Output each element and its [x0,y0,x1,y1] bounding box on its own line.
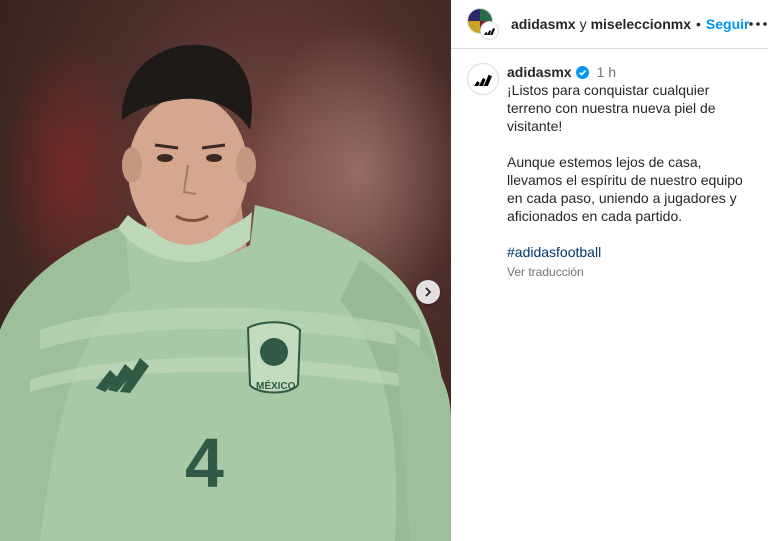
joiner-text: y [579,16,587,32]
collab-avatar[interactable] [467,8,499,40]
jersey-number: 4 [185,424,224,502]
adidas-avatar [480,21,499,40]
more-options-button[interactable] [749,12,768,36]
adidas-logo-icon [484,27,495,35]
follow-button[interactable]: Seguir [706,16,750,32]
separator-dot: • [695,16,701,32]
chevron-right-icon [425,287,432,297]
next-image-button[interactable] [416,280,440,304]
post-image[interactable]: 4 MÉXICO [0,0,451,541]
caption: adidasmx 1 h ¡Listos para conquistar cua… [451,49,768,281]
adidas-logo-icon [474,74,492,86]
player-illustration: 4 MÉXICO [0,44,451,541]
caption-paragraph-2: Aunque estemos lejos de casa, llevamos e… [507,154,743,224]
caption-avatar[interactable] [467,63,499,95]
account-link-adidasmx[interactable]: adidasmx [511,16,576,32]
verified-badge-icon [575,65,589,79]
post-side-panel: adidasmx y miseleccionmx • Seguir adidas… [451,0,768,541]
post-header: adidasmx y miseleccionmx • Seguir [451,0,768,49]
more-horizontal-icon [749,22,768,26]
caption-username[interactable]: adidasmx [507,63,572,81]
account-link-miseleccionmx[interactable]: miseleccionmx [591,16,691,32]
hashtag-link[interactable]: #adidasfootball [507,243,601,261]
post-time[interactable]: 1 h [597,63,616,81]
crest-text: MÉXICO [256,379,296,392]
caption-paragraph-1: ¡Listos para conquistar cualquier terren… [507,82,716,134]
see-translation-button[interactable]: Ver traducción [507,263,752,281]
